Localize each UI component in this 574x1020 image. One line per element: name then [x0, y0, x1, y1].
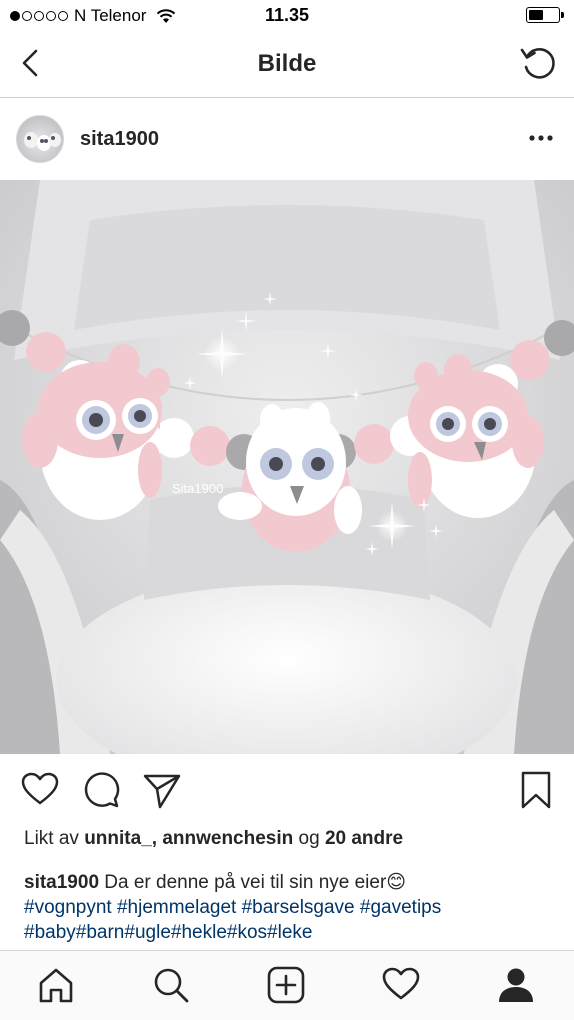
liker-link-1[interactable]: unnita_ [84, 828, 152, 849]
hashtag-link[interactable]: #hjemmelaget [117, 897, 236, 918]
post-header: sita1900 [0, 98, 574, 180]
activity-heart-icon[interactable] [381, 965, 421, 1005]
likes-middle: og [293, 828, 325, 849]
add-icon[interactable] [266, 965, 306, 1005]
caption-username[interactable]: sita1900 [24, 872, 99, 893]
bookmark-icon[interactable] [516, 770, 556, 810]
send-icon[interactable] [142, 770, 182, 810]
likes-summary: Likt av unnita_, annwenchesin og 20 andr… [24, 828, 403, 850]
clock: 11.35 [264, 5, 310, 25]
post-photo [0, 180, 574, 754]
hashtag-list: #vognpynt #hjemmelaget #barselsgave #gav… [24, 897, 441, 943]
post-username[interactable]: sita1900 [80, 128, 159, 151]
search-icon[interactable] [151, 965, 191, 1005]
post-image[interactable]: Sita1900 [0, 180, 574, 754]
navigation-bar: Bilde [0, 32, 574, 98]
battery-icon [526, 7, 564, 23]
liker-link-2[interactable]: annwenchesin [162, 828, 293, 849]
hashtag-link[interactable]: #vognpynt [24, 897, 112, 918]
avatar-image [24, 132, 61, 151]
likes-separator: , [151, 828, 163, 849]
hashtag-link[interactable]: #ugle [124, 922, 171, 943]
comment-icon[interactable] [82, 770, 122, 810]
likes-prefix: Likt av [24, 828, 85, 849]
hashtag-link[interactable]: #baby [24, 922, 76, 943]
page-title: Bilde [257, 50, 317, 77]
hashtag-link[interactable]: #barselsgave [242, 897, 355, 918]
avatar[interactable] [16, 115, 64, 163]
post-caption: sita1900 Da er denne på vei til sin nye … [24, 870, 564, 945]
home-icon[interactable] [36, 965, 76, 1005]
more-horizontal-icon[interactable] [528, 128, 554, 148]
post-actions [0, 760, 574, 820]
hashtag-link[interactable]: #hekle [171, 922, 227, 943]
status-bar: N Telenor 11.35 [0, 0, 574, 32]
hashtag-link[interactable]: #barn [76, 922, 125, 943]
profile-icon[interactable] [496, 965, 536, 1005]
hashtag-link[interactable]: #gavetips [360, 897, 441, 918]
refresh-icon[interactable] [518, 43, 558, 83]
hashtag-link[interactable]: #leke [267, 922, 312, 943]
caption-text: Da er denne på vei til sin nye eier😊 [99, 872, 407, 893]
image-watermark: Sita1900 [172, 481, 224, 496]
likes-others-link[interactable]: 20 andre [325, 828, 403, 849]
heart-icon[interactable] [20, 770, 60, 810]
bottom-tab-bar [0, 950, 574, 1020]
hashtag-link[interactable]: #kos [227, 922, 267, 943]
